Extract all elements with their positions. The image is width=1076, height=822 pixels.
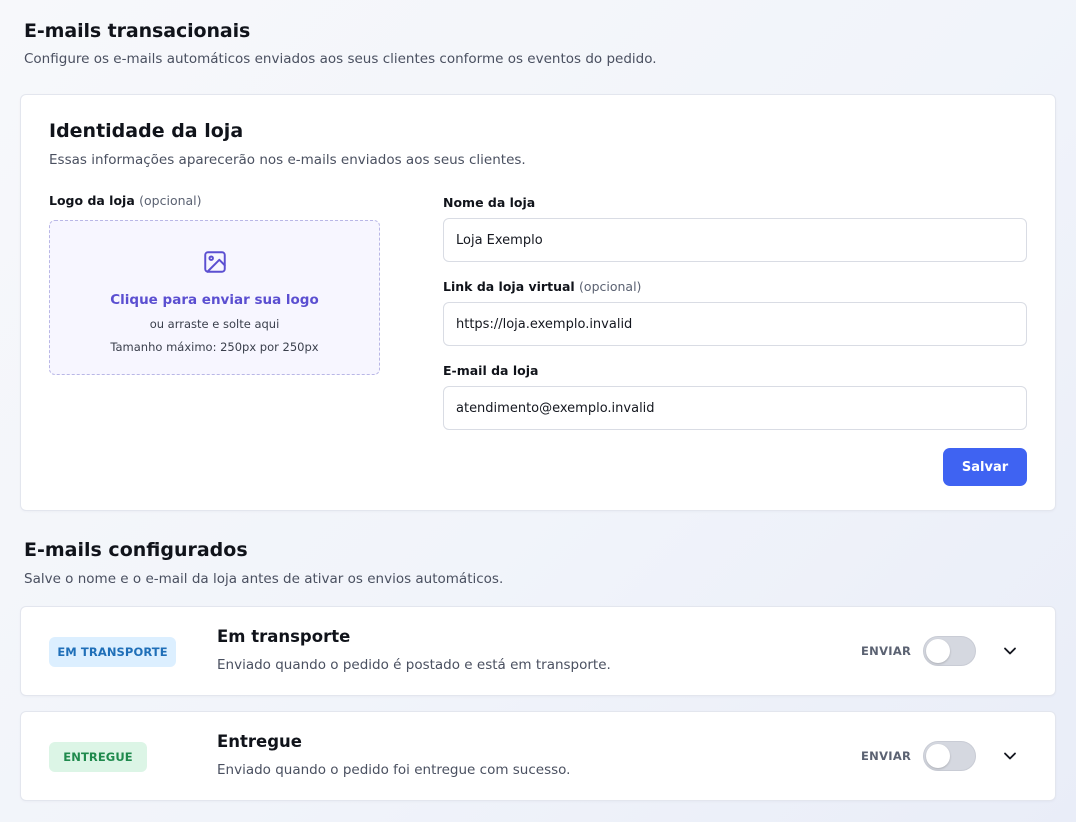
store-name-input[interactable] [443,218,1027,262]
store-identity-card: Identidade da loja Essas informações apa… [20,94,1056,511]
logo-optional-text: (opcional) [139,193,202,208]
toggle-knob [926,744,950,768]
configured-emails-title: E-mails configurados [24,539,248,561]
store-email-label: E-mail da loja [443,363,539,378]
identity-subtitle: Essas informações aparecerão nos e-mails… [49,152,526,168]
send-toggle[interactable] [923,741,976,771]
email-description: Enviado quando o pedido é postado e está… [217,657,611,673]
drag-drop-hint: ou arraste e solte aqui [149,317,280,331]
toggle-knob [926,639,950,663]
store-link-label-text: Link da loja virtual [443,279,575,294]
save-button[interactable]: Salvar [943,448,1027,486]
chevron-down-icon[interactable] [1000,746,1020,766]
store-link-label: Link da loja virtual (opcional) [443,279,641,294]
store-link-input[interactable] [443,302,1027,346]
page-title: E-mails transacionais [24,20,251,42]
upload-logo-link[interactable]: Clique para enviar sua logo [50,292,379,308]
email-title: Em transporte [217,627,351,646]
page-subtitle: Configure os e-mails automáticos enviado… [24,51,657,67]
logo-size-hint: Tamanho máximo: 250px por 250px [110,340,319,354]
store-name-label: Nome da loja [443,195,536,210]
logo-dropzone[interactable]: Clique para enviar sua logo ou arraste e… [49,220,380,375]
status-badge: EM TRANSPORTE [49,637,176,667]
send-toggle[interactable] [923,636,976,666]
store-link-optional-text: (opcional) [579,279,642,294]
email-item-em-transporte: EM TRANSPORTE Em transporte Enviado quan… [20,606,1056,696]
email-item-entregue: ENTREGUE Entregue Enviado quando o pedid… [20,711,1056,801]
identity-title: Identidade da loja [49,120,244,142]
status-badge: ENTREGUE [49,742,147,772]
store-email-input[interactable] [443,386,1027,430]
send-label: ENVIAR [861,644,912,658]
email-title: Entregue [217,732,302,751]
configured-emails-subtitle: Salve o nome e o e-mail da loja antes de… [24,571,504,587]
email-description: Enviado quando o pedido foi entregue com… [217,762,571,778]
logo-label-text: Logo da loja [49,193,135,208]
send-label: ENVIAR [861,749,912,763]
image-icon [204,251,226,273]
chevron-down-icon[interactable] [1000,641,1020,661]
logo-label: Logo da loja (opcional) [49,193,202,208]
